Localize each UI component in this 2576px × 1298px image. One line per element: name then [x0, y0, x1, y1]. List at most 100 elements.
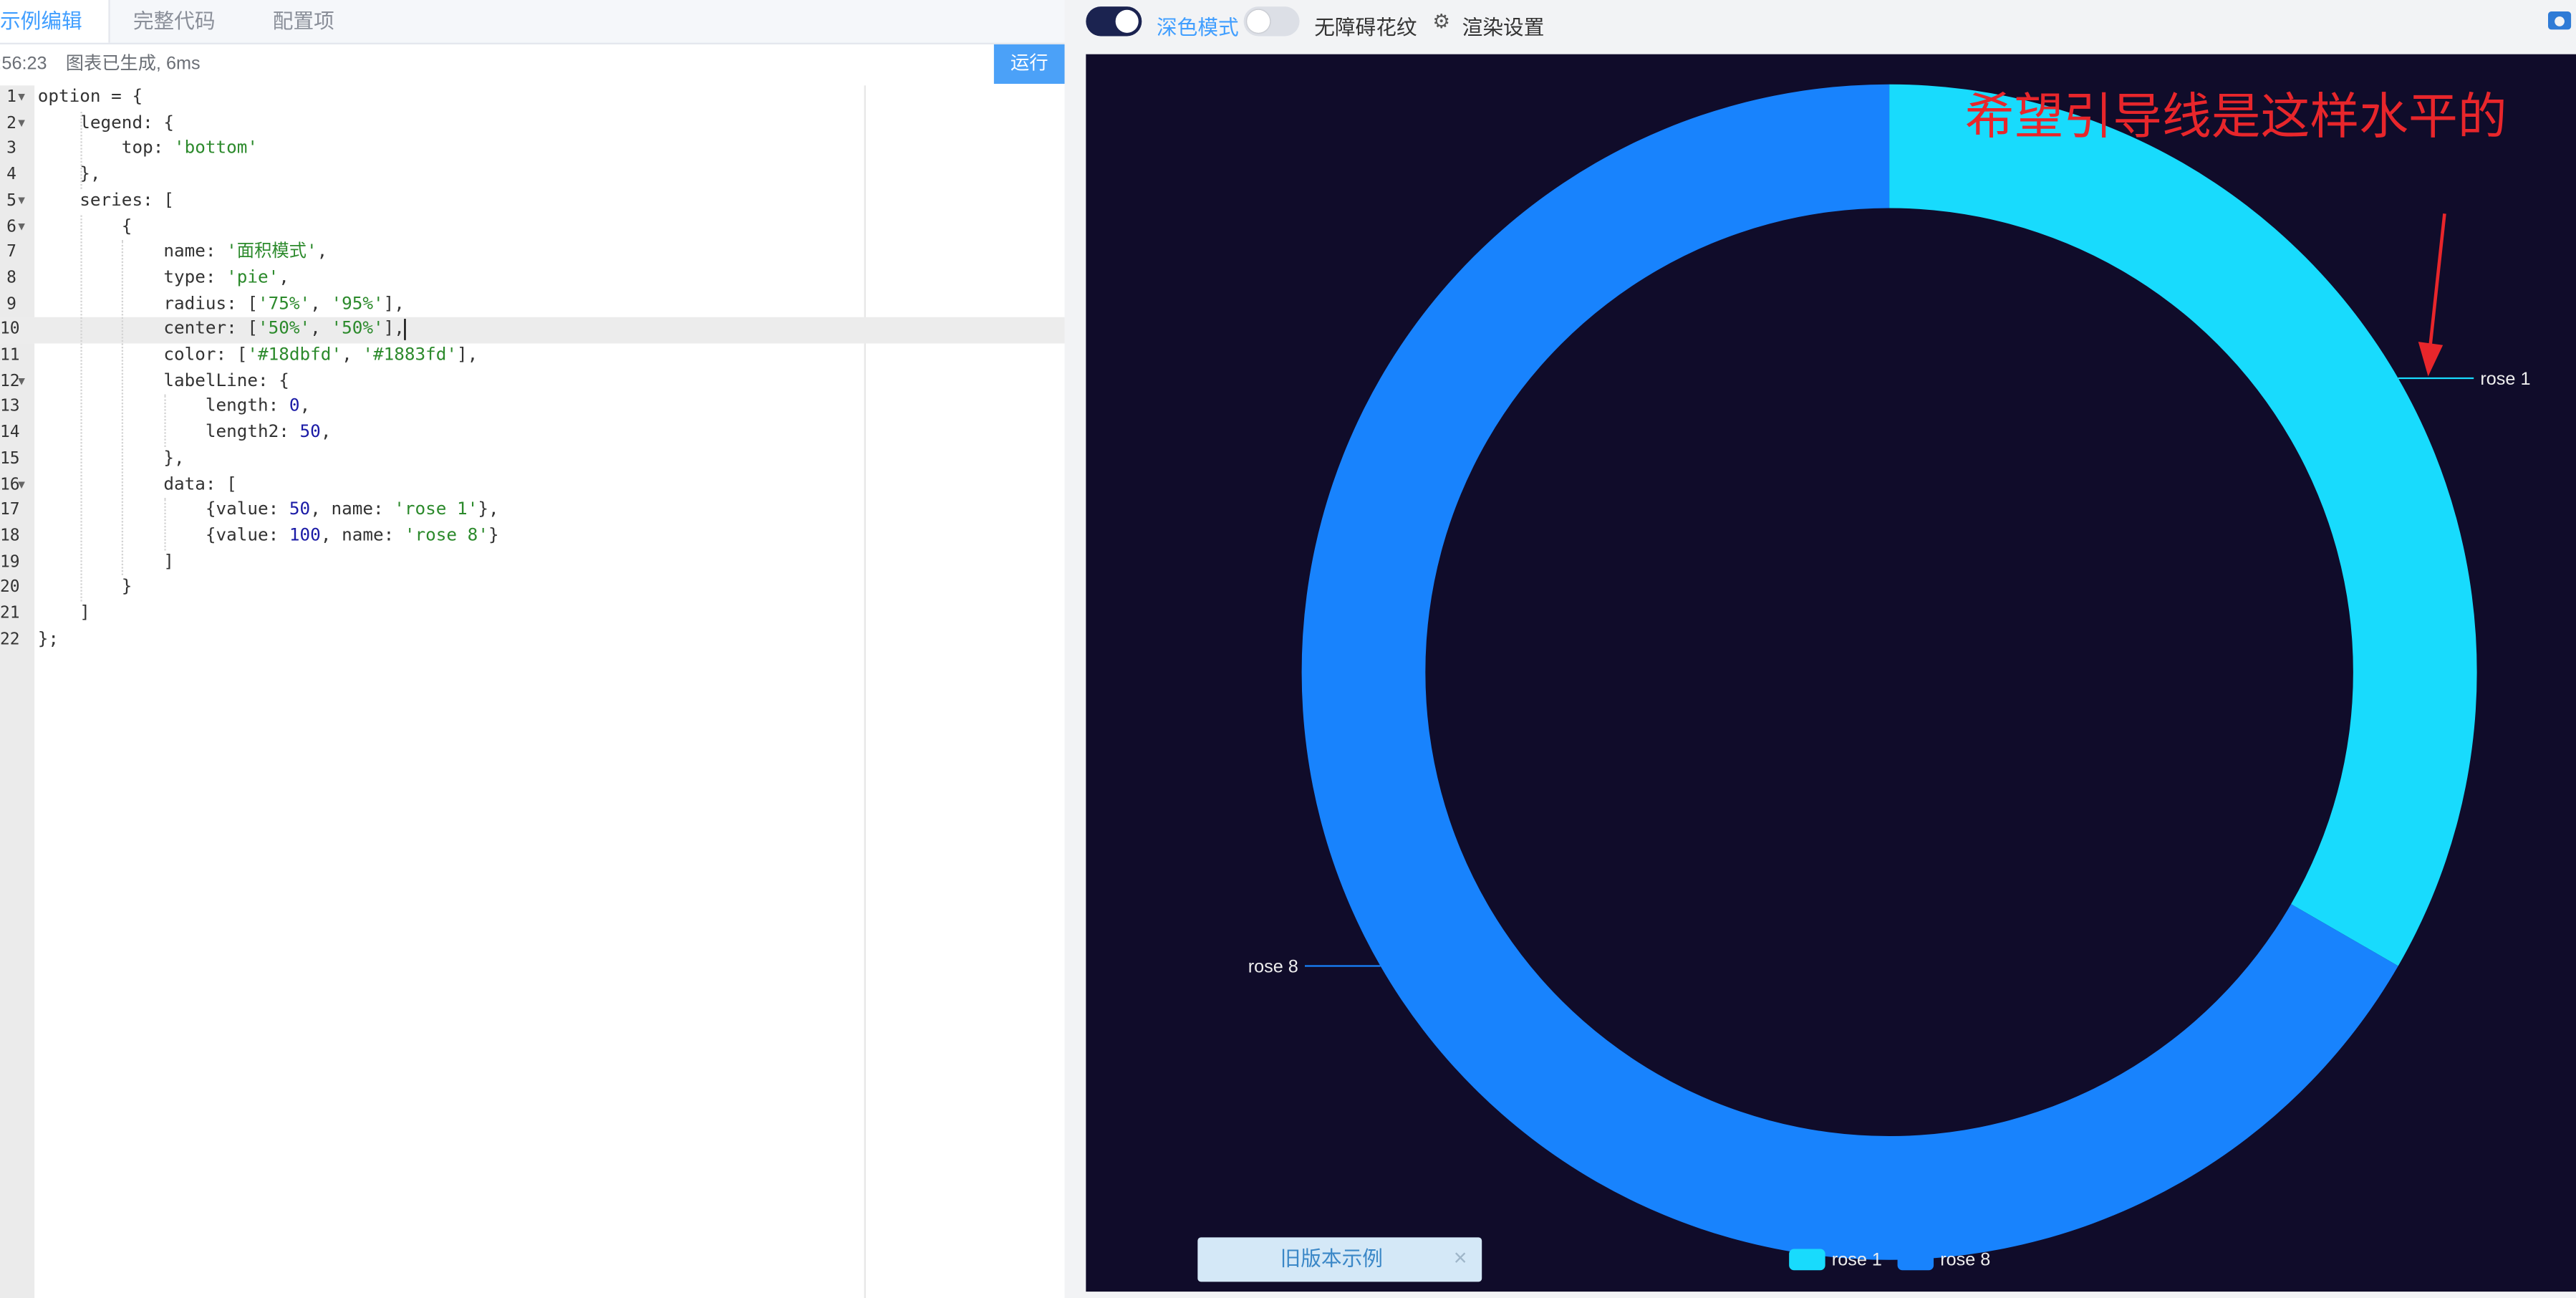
code-text: }, — [37, 448, 185, 468]
code-text: labelLine: { — [37, 370, 289, 391]
pie-slice-rose-1[interactable] — [1889, 84, 2477, 966]
line-number: 12 — [0, 372, 20, 391]
code-line[interactable]: 19 ] — [0, 550, 1065, 576]
dark-mode-toggle[interactable] — [1086, 6, 1142, 37]
code-line[interactable]: 20 } — [0, 576, 1065, 602]
fold-arrow-icon[interactable]: ▼ — [18, 473, 25, 499]
aria-pattern-toggle[interactable] — [1243, 6, 1300, 37]
code-text: length2: 50, — [37, 422, 332, 443]
line-number: 15 — [0, 450, 20, 468]
tab-config[interactable]: 配置项 — [273, 0, 334, 43]
fold-arrow-icon[interactable]: ▼ — [18, 85, 25, 111]
tab-example-edit[interactable]: 示例编辑 — [0, 0, 110, 43]
line-number: 1 — [6, 88, 16, 107]
line-number: 21 — [0, 605, 20, 623]
fold-arrow-icon[interactable]: ▼ — [18, 188, 25, 214]
slice-label: rose 8 — [1248, 957, 1298, 977]
fold-arrow-icon[interactable]: ▼ — [18, 369, 25, 395]
code-text: }; — [37, 628, 59, 649]
line-number: 2 — [6, 114, 16, 133]
tab-full-code[interactable]: 完整代码 — [133, 0, 216, 43]
line-number: 20 — [0, 579, 20, 597]
legend-swatch[interactable] — [1897, 1249, 1934, 1271]
aria-pattern-label[interactable]: 无障碍花纹 — [1314, 10, 1417, 42]
code-line[interactable]: 1 ▼ option = { — [0, 85, 1065, 111]
annotation-text: 希望引导线是这样水平的 — [1965, 88, 2507, 145]
code-line[interactable]: 7 name: '面积模式', — [0, 240, 1065, 266]
code-text: data: [ — [37, 473, 237, 494]
line-number: 5 — [6, 191, 16, 211]
dark-mode-label[interactable]: 深色模式 — [1157, 10, 1239, 42]
pie-chart[interactable]: rose 1 rose 8 希望引导线是这样水平的 rose 1 rose 8 — [1086, 54, 2576, 1292]
code-line[interactable]: 21 ] — [0, 602, 1065, 628]
close-icon[interactable]: × — [1454, 1237, 1467, 1278]
code-text: ] — [37, 602, 90, 623]
code-text: {value: 100, name: 'rose 8'} — [37, 525, 499, 546]
line-number: 13 — [0, 398, 20, 417]
run-button[interactable]: 运行 — [993, 44, 1065, 84]
line-number: 22 — [0, 630, 20, 649]
status-time: :56:23 — [0, 54, 47, 74]
indent-guide — [163, 498, 165, 550]
indent-guide — [163, 395, 165, 447]
code-line[interactable]: 12 ▼ labelLine: { — [0, 369, 1065, 395]
code-line[interactable]: 3 top: 'bottom' — [0, 137, 1065, 163]
line-number: 3 — [6, 140, 16, 159]
annotation-arrow-head — [2418, 342, 2444, 377]
code-line[interactable]: 22}; — [0, 628, 1065, 653]
gear-icon[interactable]: ⚙ — [1432, 10, 1450, 33]
code-line[interactable]: 14 length2: 50, — [0, 420, 1065, 446]
legend-label[interactable]: rose 1 — [1832, 1249, 1882, 1269]
status-message: 图表已生成, 6ms — [65, 54, 201, 74]
code-line[interactable]: 13 length: 0, — [0, 395, 1065, 420]
annotation-arrow-line — [2428, 213, 2446, 350]
code-text: {value: 50, name: 'rose 1'}, — [37, 499, 499, 520]
code-text: color: ['#18dbfd', '#1883fd'], — [37, 345, 478, 365]
render-settings-label[interactable]: 渲染设置 — [1462, 10, 1545, 42]
line-number: 16 — [0, 476, 20, 494]
chart-canvas[interactable]: rose 1 rose 8 希望引导线是这样水平的 rose 1 rose 8 — [1086, 54, 2576, 1292]
line-number: 11 — [0, 347, 20, 365]
code-line[interactable]: 18 {value: 100, name: 'rose 8'} — [0, 524, 1065, 550]
code-line[interactable]: 2 ▼ legend: { — [0, 111, 1065, 137]
code-line[interactable]: 17 {value: 50, name: 'rose 1'}, — [0, 499, 1065, 524]
line-number: 9 — [6, 294, 16, 314]
line-number: 7 — [6, 243, 16, 262]
code-text: }, — [37, 164, 101, 185]
legend-swatch[interactable] — [1789, 1249, 1825, 1271]
code-line[interactable]: 15 }, — [0, 447, 1065, 473]
legend-label[interactable]: rose 8 — [1940, 1249, 1990, 1269]
text-cursor — [404, 318, 407, 340]
code-line[interactable]: 8 type: 'pie', — [0, 266, 1065, 292]
code-text: series: [ — [37, 190, 174, 211]
code-line[interactable]: 10 center: ['50%', '50%'], — [0, 317, 1065, 344]
code-text: option = { — [37, 87, 143, 107]
code-line[interactable]: 6 ▼ { — [0, 214, 1065, 240]
code-line[interactable]: 4 }, — [0, 163, 1065, 188]
code-line[interactable]: 16 ▼ data: [ — [0, 473, 1065, 499]
code-editor[interactable]: 1 ▼ option = {2 ▼ legend: {3 top: 'bottom' 4… — [0, 85, 1065, 1298]
fold-arrow-icon[interactable]: ▼ — [18, 111, 25, 137]
editor-panel: 示例编辑 完整代码 配置项 :56:23 图表已生成, 6ms 运行 1 ▼ opt… — [0, 0, 1065, 1298]
code-text: } — [37, 577, 132, 597]
line-number: 18 — [0, 527, 20, 546]
code-text: legend: { — [37, 112, 174, 133]
line-number: 14 — [0, 424, 20, 443]
camera-icon[interactable] — [2548, 11, 2572, 30]
line-number: 8 — [6, 269, 16, 288]
old-version-label: 旧版本示例 — [1280, 1247, 1383, 1271]
code-text: { — [37, 216, 132, 236]
code-line[interactable]: 11 color: ['#18dbfd', '#1883fd'], — [0, 343, 1065, 369]
code-line[interactable]: 9 radius: ['75%', '95%'], — [0, 292, 1065, 317]
old-version-example-button[interactable]: 旧版本示例 × — [1197, 1237, 1482, 1282]
code-text: ] — [37, 551, 174, 572]
line-number: 19 — [0, 553, 20, 572]
code-text: top: 'bottom' — [37, 138, 259, 159]
code-line[interactable]: 5 ▼ series: [ — [0, 188, 1065, 214]
fold-arrow-icon[interactable]: ▼ — [18, 214, 25, 240]
indent-guide — [79, 214, 82, 602]
line-number: 17 — [0, 501, 20, 520]
status-bar: :56:23 图表已生成, 6ms — [0, 44, 993, 85]
code-text: length: 0, — [37, 396, 311, 417]
indent-guide — [121, 240, 124, 576]
